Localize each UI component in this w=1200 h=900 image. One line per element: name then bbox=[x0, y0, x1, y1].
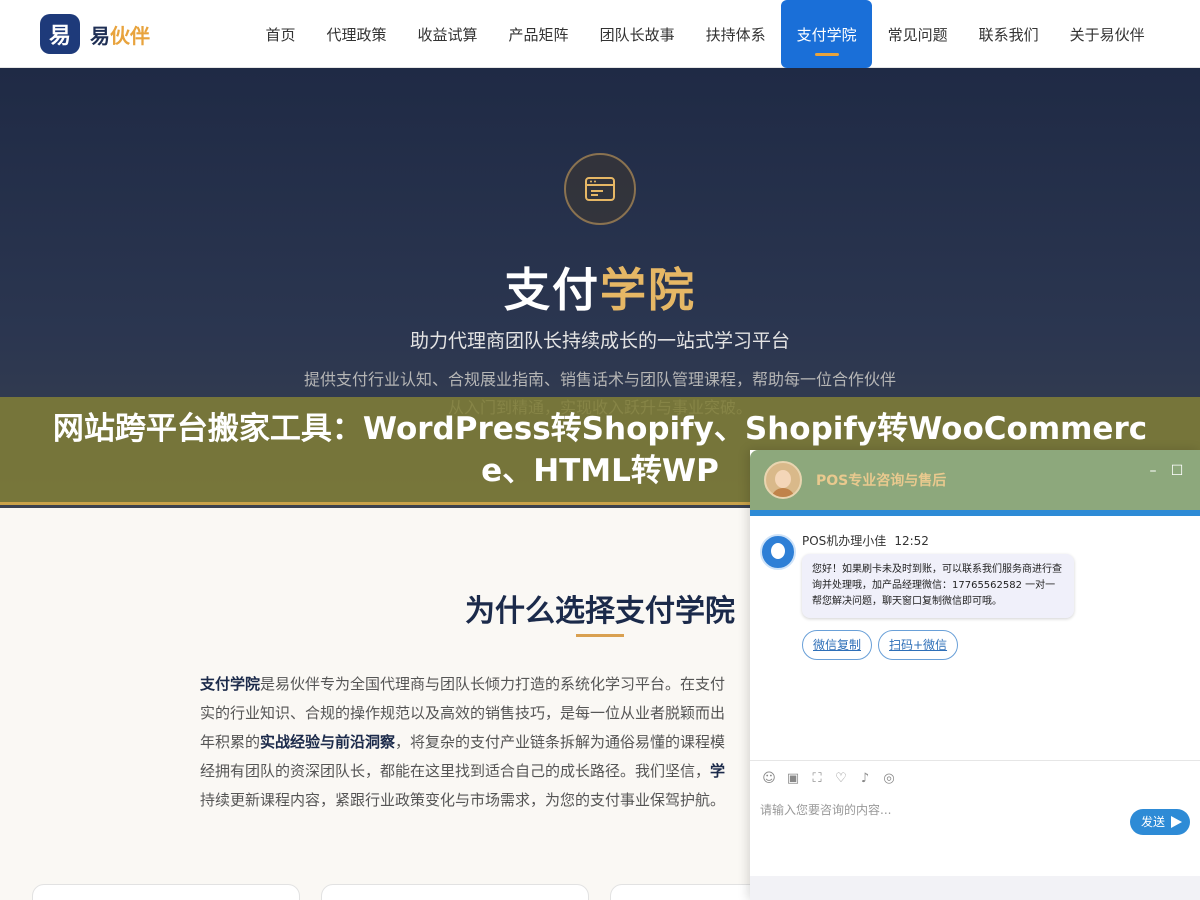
wechat-icon[interactable]: ◎ bbox=[880, 770, 898, 788]
minimize-icon[interactable]: – bbox=[1146, 464, 1160, 478]
rating-icon[interactable]: ♡ bbox=[832, 770, 850, 788]
top-navbar: 易 易伙伴 首页 代理政策 收益试算 产品矩阵 团队长故事 扶持体系 支付学院 … bbox=[0, 0, 1200, 68]
screenshot-icon[interactable]: ⛶ bbox=[808, 770, 826, 788]
hero-subtitle: 助力代理商团队长持续成长的一站式学习平台 bbox=[409, 330, 790, 352]
feature-card[interactable] bbox=[321, 884, 589, 900]
feature-card[interactable] bbox=[32, 884, 300, 900]
logo-text: 易伙伴 bbox=[90, 20, 150, 49]
para-line-1: 是易伙伴专为全国代理商与团队长倾力打造的系统化学习平台。在支付 bbox=[260, 675, 726, 693]
bot-avatar bbox=[760, 534, 796, 570]
emoji-icon[interactable]: ☺ bbox=[760, 770, 778, 788]
chat-toolbar: ☺ ▣ ⛶ ♡ ♪ ◎ bbox=[760, 770, 904, 788]
copy-wechat-button[interactable]: 微信复制 bbox=[802, 630, 873, 660]
bold-academy: 支付学院 bbox=[200, 675, 261, 693]
nav-item-faq[interactable]: 常见问题 bbox=[872, 0, 963, 68]
title-underline bbox=[576, 634, 624, 637]
card-icon bbox=[564, 153, 636, 225]
bold-learn: 学 bbox=[710, 762, 726, 780]
chat-header: POS专业咨询与售后 – ☐ bbox=[750, 450, 1200, 510]
image-icon[interactable]: ▣ bbox=[784, 770, 802, 788]
message-bubble: 您好！如果刷卡未及时到账，可以联系我们服务商进行查询并处理哦，加产品经理微信：1… bbox=[802, 554, 1074, 618]
logo-text-highlight: 伙伴 bbox=[110, 23, 150, 48]
nav-item-home[interactable]: 首页 bbox=[250, 0, 311, 68]
hero-title-main: 支付 bbox=[504, 263, 600, 317]
para-line-5: 持续更新课程内容，紧跟行业政策变化与市场需求，为您的支付事业保驾护航。 bbox=[200, 791, 726, 809]
chat-footer bbox=[750, 876, 1200, 900]
send-button[interactable]: 发送 bbox=[1130, 809, 1190, 835]
nav-item-about[interactable]: 关于易伙伴 bbox=[1054, 0, 1160, 68]
chat-accent-bar bbox=[750, 510, 1200, 516]
nav-item-products[interactable]: 产品矩阵 bbox=[493, 0, 584, 68]
agent-name: POS机办理小佳 bbox=[802, 534, 887, 548]
voice-icon[interactable]: ♪ bbox=[856, 770, 874, 788]
nav-item-contact[interactable]: 联系我们 bbox=[963, 0, 1054, 68]
nav-item-agent-policy[interactable]: 代理政策 bbox=[311, 0, 402, 68]
message-meta: POS机办理小佳 12:52 bbox=[802, 532, 929, 549]
para-line-2: 实的行业知识、合规的操作规范以及高效的销售技巧，是每一位从业者脱颖而出 bbox=[200, 704, 726, 722]
nav-links: 首页 代理政策 收益试算 产品矩阵 团队长故事 扶持体系 支付学院 常见问题 联… bbox=[250, 0, 1160, 68]
para-line-3b: ，将复杂的支付产业链条拆解为通俗易懂的课程模 bbox=[395, 733, 726, 751]
agent-avatar bbox=[764, 461, 802, 499]
hero-title: 支付学院 bbox=[0, 254, 1200, 320]
nav-item-support[interactable]: 扶持体系 bbox=[690, 0, 781, 68]
hero-title-highlight: 学院 bbox=[600, 263, 696, 317]
maximize-icon[interactable]: ☐ bbox=[1170, 464, 1184, 478]
logo-mark: 易 bbox=[40, 14, 80, 54]
scan-wechat-button[interactable]: 扫码+微信 bbox=[878, 630, 959, 660]
chat-divider bbox=[750, 760, 1200, 761]
chat-input[interactable] bbox=[760, 800, 1120, 820]
message-time: 12:52 bbox=[894, 534, 929, 548]
para-line-3: 年积累的 bbox=[200, 733, 261, 751]
bold-experience: 实战经验与前沿洞察 bbox=[260, 733, 396, 751]
chat-title: POS专业咨询与售后 bbox=[816, 473, 947, 489]
nav-item-earnings-calculator[interactable]: 收益试算 bbox=[402, 0, 493, 68]
para-line-4: 经拥有团队的资深团队长，都能在这里找到适合自己的成长路径。我们坚信， bbox=[200, 762, 711, 780]
nav-item-team-stories[interactable]: 团队长故事 bbox=[584, 0, 690, 68]
logo-text-main: 易 bbox=[90, 23, 110, 48]
nav-item-payment-academy[interactable]: 支付学院 bbox=[781, 0, 873, 68]
site-logo[interactable]: 易 易伙伴 bbox=[40, 14, 150, 54]
chat-widget: POS专业咨询与售后 – ☐ POS机办理小佳 12:52 您好！如果刷卡未及时到… bbox=[750, 450, 1200, 900]
